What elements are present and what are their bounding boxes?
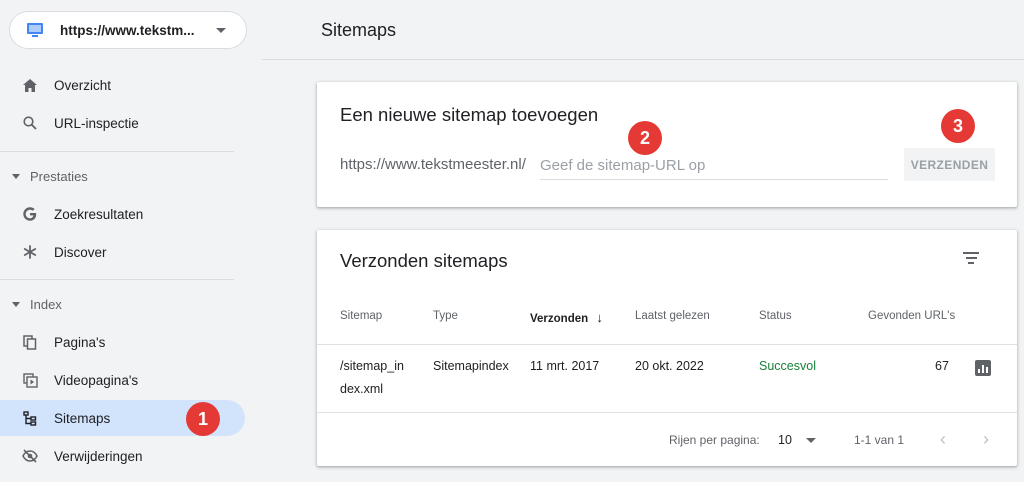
chevron-down-icon[interactable] <box>806 438 816 443</box>
sidebar-item-label: Overzicht <box>54 77 112 93</box>
add-sitemap-title: Een nieuwe sitemap toevoegen <box>340 104 599 125</box>
page-title: Sitemaps <box>321 20 397 40</box>
pages-icon <box>22 334 38 350</box>
sidebar-item-discover[interactable]: Discover <box>0 234 245 270</box>
table-header-divider <box>317 344 1017 345</box>
sitemap-type: Sitemapindex <box>433 359 509 373</box>
eye-off-icon <box>22 448 38 464</box>
sitemap-path-line1: /sitemap_in <box>340 359 404 373</box>
last-read-date: 20 okt. 2022 <box>635 359 704 373</box>
sidebar-divider <box>0 151 234 152</box>
sidebar-item-label: Sitemaps <box>54 410 111 426</box>
next-page-icon[interactable]: › <box>983 429 989 450</box>
sidebar-item-label: Videopagina's <box>54 372 139 388</box>
section-header-index[interactable]: Index <box>12 294 62 314</box>
sort-arrow-icon: ↓ <box>596 310 603 325</box>
url-prefix: https://www.tekstmeester.nl/ <box>340 156 526 173</box>
sitemap-icon <box>22 410 38 426</box>
search-icon <box>22 115 38 131</box>
sidebar-item-overview[interactable]: Overzicht <box>0 67 245 103</box>
google-g-icon <box>22 206 38 222</box>
sidebar-item-label: Pagina's <box>54 334 106 350</box>
sidebar-item-label: URL-inspectie <box>54 115 139 131</box>
asterisk-icon <box>22 244 38 260</box>
sidebar-item-label: Verwijderingen <box>54 448 143 464</box>
video-icon <box>22 372 38 388</box>
sidebar-item-removals[interactable]: Verwijderingen <box>0 438 245 474</box>
column-header-status[interactable]: Status <box>759 310 792 322</box>
column-header-submitted[interactable]: Verzonden ↓ <box>530 310 603 325</box>
bar-chart-icon[interactable] <box>975 360 991 376</box>
annotation-badge-1: 1 <box>186 402 220 436</box>
table-row-divider <box>317 412 1017 413</box>
section-label: Prestaties <box>30 168 88 184</box>
column-header-sitemap[interactable]: Sitemap <box>340 310 382 322</box>
sidebar-item-label: Discover <box>54 244 107 260</box>
sidebar: https://www.tekstm... Overzicht URL-insp… <box>0 0 262 482</box>
home-icon <box>22 77 38 93</box>
sidebar-item-url-inspection[interactable]: URL-inspectie <box>0 105 245 141</box>
sidebar-divider <box>0 279 234 280</box>
sitemap-url-input[interactable] <box>540 152 888 180</box>
collapse-triangle-icon <box>12 173 20 179</box>
sitemap-path-line2: dex.xml <box>340 382 384 396</box>
add-sitemap-card: Een nieuwe sitemap toevoegen https://www… <box>317 82 1017 207</box>
property-selector[interactable]: https://www.tekstm... <box>9 11 247 49</box>
header-divider <box>262 59 1024 60</box>
annotation-badge-2: 2 <box>628 121 662 155</box>
submit-button[interactable]: VERZENDEN <box>904 148 995 181</box>
column-header-last-read[interactable]: Laatst gelezen <box>635 310 710 322</box>
column-header-type[interactable]: Type <box>433 310 458 322</box>
rows-per-page-select[interactable]: 10 <box>778 433 792 447</box>
rows-per-page-label: Rijen per pagina: <box>669 433 760 447</box>
prev-page-icon[interactable]: ‹ <box>940 429 946 450</box>
website-icon <box>26 22 44 38</box>
status-badge: Succesvol <box>759 359 816 373</box>
sidebar-item-video-pages[interactable]: Videopagina's <box>0 362 245 398</box>
column-header-found-urls[interactable]: Gevonden URL's <box>868 310 955 322</box>
collapse-triangle-icon <box>12 301 20 307</box>
sidebar-item-label: Zoekresultaten <box>54 206 144 222</box>
annotation-badge-3: 3 <box>941 109 975 143</box>
submitted-sitemaps-title: Verzonden sitemaps <box>340 250 508 271</box>
property-label: https://www.tekstm... <box>60 22 195 38</box>
chevron-down-icon <box>216 27 226 33</box>
section-header-performance[interactable]: Prestaties <box>12 166 88 186</box>
found-urls-count: 67 <box>935 359 949 373</box>
sidebar-item-search-results[interactable]: Zoekresultaten <box>0 196 245 232</box>
column-header-label: Verzonden <box>530 313 589 325</box>
submitted-sitemaps-card: Verzonden sitemaps Sitemap Type Verzonde… <box>317 230 1017 466</box>
pagination-range: 1-1 van 1 <box>854 433 905 447</box>
submitted-date: 11 mrt. 2017 <box>530 359 600 373</box>
filter-icon[interactable] <box>961 249 981 267</box>
section-label: Index <box>30 296 62 312</box>
sidebar-item-pages[interactable]: Pagina's <box>0 324 245 360</box>
